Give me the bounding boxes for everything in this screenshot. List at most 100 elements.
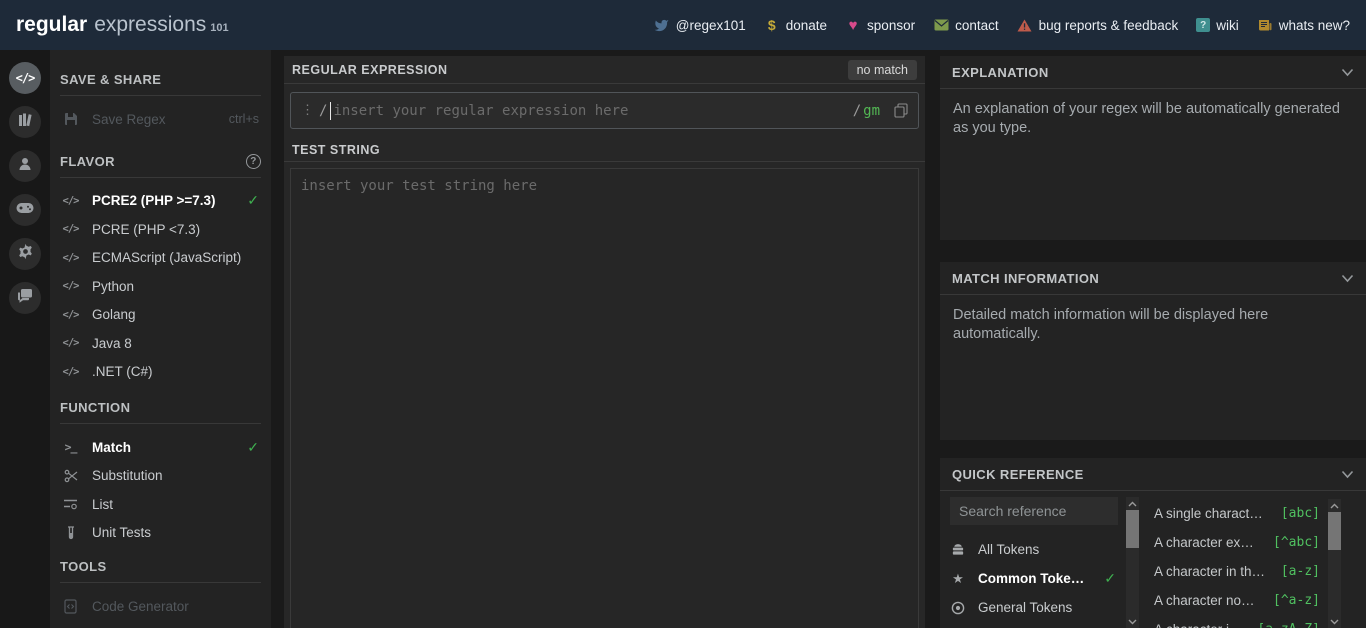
- testtube-icon: [62, 526, 79, 540]
- regex-input[interactable]: ⋮ / insert your regular expression here …: [290, 92, 919, 129]
- test-string-container: [290, 168, 919, 628]
- scroll-up-icon[interactable]: [1330, 499, 1339, 512]
- code-icon: </>: [62, 337, 80, 350]
- tool-item-code-generator[interactable]: Code Generator: [60, 592, 261, 621]
- search-reference-input[interactable]: [950, 497, 1118, 525]
- header-nav: @regex101 $ donate ♥ sponsor contact bug…: [654, 17, 1350, 33]
- flavor-label: Python: [92, 278, 135, 294]
- text-cursor: [330, 101, 332, 120]
- category-list-scrollbar[interactable]: [1126, 497, 1139, 628]
- function-label: List: [92, 496, 114, 512]
- tool-item-regex-debugger[interactable]: Regex Debugger: [60, 621, 261, 628]
- token-row-single-character[interactable]: A single charact… [abc]: [1154, 499, 1320, 528]
- regular-expression-header: REGULAR EXPRESSION no match: [284, 56, 925, 84]
- scrollbar-thumb[interactable]: [1126, 510, 1139, 548]
- flavor-label: .NET (C#): [92, 364, 153, 380]
- scrollbar-thumb[interactable]: [1328, 512, 1341, 550]
- token-code: [a-z]: [1280, 564, 1320, 579]
- flavor-label: Golang: [92, 307, 136, 323]
- chevron-down-icon[interactable]: [1341, 274, 1354, 283]
- nav-link-twitter[interactable]: @regex101: [654, 18, 746, 33]
- save-regex-button[interactable]: Save Regex ctrl+s: [60, 105, 261, 134]
- check-icon: ✓: [1104, 570, 1116, 586]
- rail-settings-button[interactable]: [9, 238, 41, 270]
- code-icon: </>: [62, 280, 80, 293]
- site-logo[interactable]: regular expressions 101: [16, 13, 229, 37]
- function-label: Unit Tests: [92, 525, 152, 541]
- token-code: [^abc]: [1273, 535, 1320, 550]
- rail-library-button[interactable]: [9, 106, 41, 138]
- cake-icon: [950, 543, 966, 556]
- code-icon: </>: [62, 223, 80, 236]
- category-general-tokens[interactable]: General Tokens: [950, 593, 1122, 622]
- category-all-tokens[interactable]: All Tokens: [950, 535, 1122, 564]
- function-label: Substitution: [92, 468, 163, 484]
- news-icon: [1257, 18, 1273, 33]
- test-string-title: TEST STRING: [292, 143, 381, 157]
- logo-regular: regular: [16, 13, 88, 36]
- token-row-character-not-in-range[interactable]: A character no… [^a-z]: [1154, 586, 1320, 615]
- function-item-list[interactable]: List: [60, 490, 261, 519]
- copy-icon[interactable]: [894, 103, 908, 118]
- nav-label: contact: [955, 17, 999, 33]
- code-icon: </>: [15, 71, 36, 85]
- code-icon: </>: [62, 365, 80, 378]
- nav-label: wiki: [1216, 17, 1239, 33]
- flavor-item-ecmascript[interactable]: </> ECMAScript (JavaScript): [60, 244, 261, 273]
- rail-feedback-button[interactable]: [9, 282, 41, 314]
- scroll-up-icon[interactable]: [1128, 497, 1137, 510]
- flavor-item-java8[interactable]: </> Java 8: [60, 329, 261, 358]
- category-label: All Tokens: [978, 542, 1040, 557]
- star-icon: ★: [952, 570, 964, 586]
- dollar-icon: $: [767, 17, 776, 33]
- flavor-item-pcre2[interactable]: </> PCRE2 (PHP >=7.3) ✓: [60, 187, 261, 216]
- flavor-help-icon[interactable]: ?: [246, 153, 261, 169]
- nav-link-donate[interactable]: $ donate: [764, 17, 827, 33]
- token-code: [abc]: [1280, 506, 1320, 521]
- token-row-character-except[interactable]: A character ex… [^abc]: [1154, 528, 1320, 557]
- token-label: A single charact…: [1154, 506, 1263, 521]
- token-row-character-in-range[interactable]: A character in th… [a-z]: [1154, 557, 1320, 586]
- chevron-down-icon[interactable]: [1341, 68, 1354, 77]
- flavor-label: ECMAScript (JavaScript): [92, 250, 242, 266]
- regex-flags-control[interactable]: / gm: [853, 103, 880, 119]
- category-common-tokens[interactable]: ★ Common Toke… ✓: [950, 564, 1122, 593]
- flavor-item-golang[interactable]: </> Golang: [60, 301, 261, 330]
- regex-flags: gm: [863, 102, 880, 119]
- gamepad-icon: [16, 201, 34, 219]
- nav-link-sponsor[interactable]: ♥ sponsor: [845, 18, 915, 33]
- rail-account-button[interactable]: [9, 150, 41, 182]
- nav-link-bug-reports[interactable]: bug reports & feedback: [1017, 17, 1179, 33]
- nav-label: bug reports & feedback: [1038, 17, 1179, 33]
- chevron-down-icon[interactable]: [1341, 470, 1354, 479]
- flavor-item-dotnet[interactable]: </> .NET (C#): [60, 358, 261, 387]
- function-item-match[interactable]: >_ Match ✓: [60, 433, 261, 462]
- nav-link-wiki[interactable]: ? wiki: [1196, 18, 1239, 33]
- function-item-substitution[interactable]: Substitution: [60, 462, 261, 491]
- flavor-item-pcre[interactable]: </> PCRE (PHP <7.3): [60, 215, 261, 244]
- flavor-item-python[interactable]: </> Python: [60, 272, 261, 301]
- drag-handle-icon[interactable]: ⋮: [301, 103, 314, 118]
- nav-label: sponsor: [867, 17, 916, 33]
- rail-regex-editor-button[interactable]: </>: [9, 62, 41, 94]
- test-string-input[interactable]: [291, 169, 918, 628]
- logo-101: 101: [210, 22, 229, 34]
- function-item-unit-tests[interactable]: Unit Tests: [60, 519, 261, 548]
- save-shortcut: ctrl+s: [228, 112, 259, 127]
- twitter-icon: [654, 18, 670, 33]
- nav-link-contact[interactable]: contact: [933, 18, 999, 33]
- code-file-icon: [62, 599, 79, 614]
- scroll-down-icon[interactable]: [1330, 615, 1339, 628]
- check-icon: ✓: [247, 192, 259, 209]
- token-row-character-in-ranges[interactable]: A character i… [a-zA-Z]: [1154, 615, 1320, 628]
- flavor-label: PCRE (PHP <7.3): [92, 221, 201, 237]
- scroll-down-icon[interactable]: [1128, 615, 1137, 628]
- match-information-header: MATCH INFORMATION: [940, 262, 1366, 295]
- quick-reference-header: QUICK REFERENCE: [940, 458, 1366, 491]
- regex-close-delimiter: /: [852, 102, 862, 119]
- token-list-scrollbar[interactable]: [1328, 499, 1341, 628]
- match-information-title: MATCH INFORMATION: [952, 270, 1100, 286]
- rail-quiz-button[interactable]: [9, 194, 41, 226]
- nav-label: whats new?: [1278, 17, 1350, 33]
- nav-link-whats-new[interactable]: whats new?: [1257, 18, 1350, 33]
